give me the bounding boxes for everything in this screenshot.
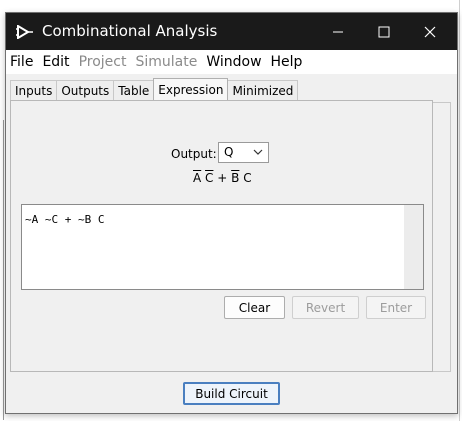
title-bar[interactable]: Combinational Analysis bbox=[6, 13, 457, 50]
menu-project[interactable]: Project bbox=[75, 54, 132, 70]
close-icon bbox=[424, 26, 436, 37]
expr-term-c: C bbox=[205, 171, 214, 185]
expr-term-a: A bbox=[193, 171, 202, 185]
output-select-value: Q bbox=[224, 145, 234, 159]
menu-edit[interactable]: Edit bbox=[38, 54, 74, 70]
tab-outputs[interactable]: Outputs bbox=[56, 80, 115, 100]
expr-term-c2: C bbox=[243, 171, 252, 185]
build-circuit-button[interactable]: Build Circuit bbox=[183, 382, 280, 405]
minimize-icon bbox=[333, 31, 343, 32]
minimize-button[interactable] bbox=[315, 13, 361, 50]
menu-simulate[interactable]: Simulate bbox=[131, 54, 202, 70]
menu-help[interactable]: Help bbox=[267, 54, 308, 70]
text-area-scrollbar[interactable] bbox=[404, 205, 423, 289]
logisim-gate-icon bbox=[16, 24, 34, 42]
revert-button[interactable]: Revert bbox=[292, 296, 359, 319]
combinational-analysis-window: Combinational Analysis File Edit Project… bbox=[5, 12, 458, 414]
expression-text: ~A ~C + ~B C bbox=[25, 213, 105, 226]
menu-file[interactable]: File bbox=[6, 54, 38, 70]
expr-term-b: B bbox=[231, 171, 240, 185]
tab-minimized[interactable]: Minimized bbox=[227, 80, 299, 100]
clear-button[interactable]: Clear bbox=[224, 296, 285, 319]
tab-strip: Inputs Outputs Table Expression Minimize… bbox=[10, 78, 299, 100]
panel-edge bbox=[433, 102, 451, 372]
backdrop-line-left bbox=[3, 120, 4, 420]
tab-expression[interactable]: Expression bbox=[153, 78, 229, 100]
maximize-icon bbox=[378, 26, 390, 37]
output-label: Output: bbox=[171, 147, 217, 161]
expression-text-area[interactable]: ~A ~C + ~B C bbox=[21, 204, 424, 290]
window-title: Combinational Analysis bbox=[42, 22, 218, 40]
maximize-button[interactable] bbox=[361, 13, 407, 50]
menu-window[interactable]: Window bbox=[202, 54, 266, 70]
backdrop-line-right bbox=[459, 0, 460, 421]
tab-inputs[interactable]: Inputs bbox=[10, 80, 58, 100]
menu-bar: File Edit Project Simulate Window Help bbox=[6, 50, 457, 74]
expr-plus: + bbox=[217, 171, 228, 185]
enter-button[interactable]: Enter bbox=[366, 296, 426, 319]
output-select[interactable]: Q bbox=[218, 142, 269, 163]
close-button[interactable] bbox=[407, 13, 453, 50]
rendered-expression: A C + B C bbox=[193, 171, 252, 185]
tab-table[interactable]: Table bbox=[113, 80, 155, 100]
chevron-down-icon bbox=[253, 149, 263, 155]
